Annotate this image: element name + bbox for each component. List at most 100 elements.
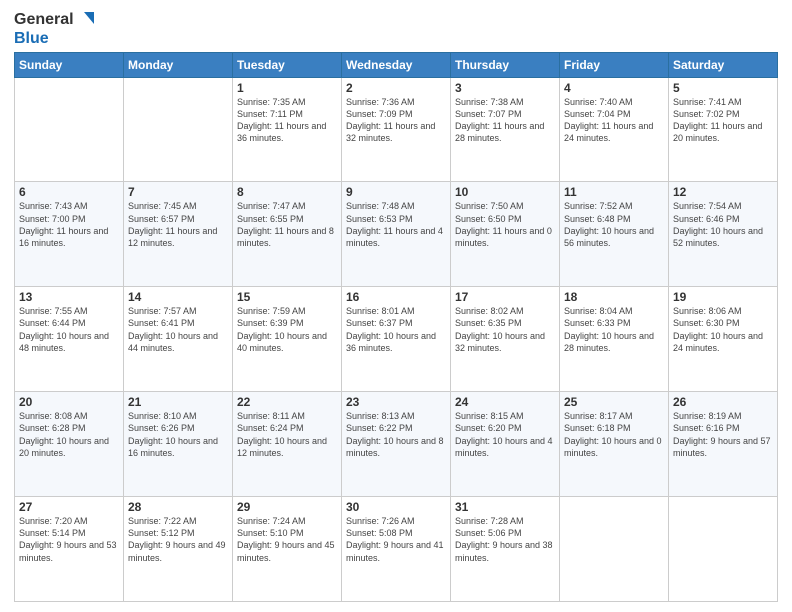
day-number: 3 xyxy=(455,81,555,95)
day-info: Sunrise: 7:40 AM Sunset: 7:04 PM Dayligh… xyxy=(564,96,664,145)
day-number: 21 xyxy=(128,395,228,409)
day-info: Sunrise: 8:15 AM Sunset: 6:20 PM Dayligh… xyxy=(455,410,555,459)
calendar-cell-1-3: 1Sunrise: 7:35 AM Sunset: 7:11 PM Daylig… xyxy=(233,77,342,182)
day-number: 12 xyxy=(673,185,773,199)
day-info: Sunrise: 8:01 AM Sunset: 6:37 PM Dayligh… xyxy=(346,305,446,354)
day-number: 14 xyxy=(128,290,228,304)
calendar-cell-4-3: 22Sunrise: 8:11 AM Sunset: 6:24 PM Dayli… xyxy=(233,392,342,497)
calendar-cell-5-3: 29Sunrise: 7:24 AM Sunset: 5:10 PM Dayli… xyxy=(233,497,342,602)
day-info: Sunrise: 7:38 AM Sunset: 7:07 PM Dayligh… xyxy=(455,96,555,145)
day-number: 30 xyxy=(346,500,446,514)
day-number: 9 xyxy=(346,185,446,199)
calendar-cell-2-6: 11Sunrise: 7:52 AM Sunset: 6:48 PM Dayli… xyxy=(560,182,669,287)
day-number: 2 xyxy=(346,81,446,95)
calendar-cell-1-4: 2Sunrise: 7:36 AM Sunset: 7:09 PM Daylig… xyxy=(342,77,451,182)
calendar-header-wednesday: Wednesday xyxy=(342,52,451,77)
day-info: Sunrise: 8:02 AM Sunset: 6:35 PM Dayligh… xyxy=(455,305,555,354)
day-number: 7 xyxy=(128,185,228,199)
calendar-cell-5-7 xyxy=(669,497,778,602)
calendar-cell-2-2: 7Sunrise: 7:45 AM Sunset: 6:57 PM Daylig… xyxy=(124,182,233,287)
day-number: 31 xyxy=(455,500,555,514)
day-number: 23 xyxy=(346,395,446,409)
day-number: 16 xyxy=(346,290,446,304)
calendar-table: SundayMondayTuesdayWednesdayThursdayFrid… xyxy=(14,52,778,602)
calendar-week-3: 13Sunrise: 7:55 AM Sunset: 6:44 PM Dayli… xyxy=(15,287,778,392)
calendar-cell-5-1: 27Sunrise: 7:20 AM Sunset: 5:14 PM Dayli… xyxy=(15,497,124,602)
day-number: 1 xyxy=(237,81,337,95)
calendar-cell-4-2: 21Sunrise: 8:10 AM Sunset: 6:26 PM Dayli… xyxy=(124,392,233,497)
day-info: Sunrise: 7:24 AM Sunset: 5:10 PM Dayligh… xyxy=(237,515,337,564)
calendar-cell-4-7: 26Sunrise: 8:19 AM Sunset: 6:16 PM Dayli… xyxy=(669,392,778,497)
day-info: Sunrise: 8:17 AM Sunset: 6:18 PM Dayligh… xyxy=(564,410,664,459)
calendar-week-2: 6Sunrise: 7:43 AM Sunset: 7:00 PM Daylig… xyxy=(15,182,778,287)
calendar-cell-5-6 xyxy=(560,497,669,602)
calendar-cell-3-7: 19Sunrise: 8:06 AM Sunset: 6:30 PM Dayli… xyxy=(669,287,778,392)
day-number: 5 xyxy=(673,81,773,95)
day-number: 26 xyxy=(673,395,773,409)
day-number: 4 xyxy=(564,81,664,95)
calendar-cell-5-5: 31Sunrise: 7:28 AM Sunset: 5:06 PM Dayli… xyxy=(451,497,560,602)
calendar-cell-3-4: 16Sunrise: 8:01 AM Sunset: 6:37 PM Dayli… xyxy=(342,287,451,392)
day-info: Sunrise: 7:43 AM Sunset: 7:00 PM Dayligh… xyxy=(19,200,119,249)
day-info: Sunrise: 7:41 AM Sunset: 7:02 PM Dayligh… xyxy=(673,96,773,145)
day-number: 27 xyxy=(19,500,119,514)
day-info: Sunrise: 7:36 AM Sunset: 7:09 PM Dayligh… xyxy=(346,96,446,145)
day-info: Sunrise: 8:13 AM Sunset: 6:22 PM Dayligh… xyxy=(346,410,446,459)
calendar-week-4: 20Sunrise: 8:08 AM Sunset: 6:28 PM Dayli… xyxy=(15,392,778,497)
calendar-cell-1-1 xyxy=(15,77,124,182)
page-header: General Blue xyxy=(14,10,778,48)
day-info: Sunrise: 7:57 AM Sunset: 6:41 PM Dayligh… xyxy=(128,305,228,354)
calendar-cell-5-4: 30Sunrise: 7:26 AM Sunset: 5:08 PM Dayli… xyxy=(342,497,451,602)
calendar-cell-1-5: 3Sunrise: 7:38 AM Sunset: 7:07 PM Daylig… xyxy=(451,77,560,182)
day-info: Sunrise: 7:54 AM Sunset: 6:46 PM Dayligh… xyxy=(673,200,773,249)
calendar-cell-2-5: 10Sunrise: 7:50 AM Sunset: 6:50 PM Dayli… xyxy=(451,182,560,287)
calendar-cell-3-6: 18Sunrise: 8:04 AM Sunset: 6:33 PM Dayli… xyxy=(560,287,669,392)
calendar-header-sunday: Sunday xyxy=(15,52,124,77)
day-number: 8 xyxy=(237,185,337,199)
day-info: Sunrise: 7:50 AM Sunset: 6:50 PM Dayligh… xyxy=(455,200,555,249)
calendar-cell-1-2 xyxy=(124,77,233,182)
calendar-cell-3-3: 15Sunrise: 7:59 AM Sunset: 6:39 PM Dayli… xyxy=(233,287,342,392)
day-info: Sunrise: 8:04 AM Sunset: 6:33 PM Dayligh… xyxy=(564,305,664,354)
calendar-week-5: 27Sunrise: 7:20 AM Sunset: 5:14 PM Dayli… xyxy=(15,497,778,602)
day-info: Sunrise: 7:22 AM Sunset: 5:12 PM Dayligh… xyxy=(128,515,228,564)
day-info: Sunrise: 8:11 AM Sunset: 6:24 PM Dayligh… xyxy=(237,410,337,459)
calendar-cell-1-7: 5Sunrise: 7:41 AM Sunset: 7:02 PM Daylig… xyxy=(669,77,778,182)
calendar-cell-3-5: 17Sunrise: 8:02 AM Sunset: 6:35 PM Dayli… xyxy=(451,287,560,392)
day-number: 18 xyxy=(564,290,664,304)
day-info: Sunrise: 7:48 AM Sunset: 6:53 PM Dayligh… xyxy=(346,200,446,249)
calendar-cell-2-3: 8Sunrise: 7:47 AM Sunset: 6:55 PM Daylig… xyxy=(233,182,342,287)
calendar-cell-3-2: 14Sunrise: 7:57 AM Sunset: 6:41 PM Dayli… xyxy=(124,287,233,392)
day-number: 24 xyxy=(455,395,555,409)
logo-arrow-icon xyxy=(76,10,96,30)
logo: General Blue xyxy=(14,10,96,48)
day-number: 19 xyxy=(673,290,773,304)
day-number: 6 xyxy=(19,185,119,199)
calendar-header-thursday: Thursday xyxy=(451,52,560,77)
calendar-header-friday: Friday xyxy=(560,52,669,77)
day-number: 17 xyxy=(455,290,555,304)
day-info: Sunrise: 8:06 AM Sunset: 6:30 PM Dayligh… xyxy=(673,305,773,354)
day-info: Sunrise: 8:10 AM Sunset: 6:26 PM Dayligh… xyxy=(128,410,228,459)
calendar-cell-3-1: 13Sunrise: 7:55 AM Sunset: 6:44 PM Dayli… xyxy=(15,287,124,392)
day-number: 20 xyxy=(19,395,119,409)
calendar-header-saturday: Saturday xyxy=(669,52,778,77)
calendar-cell-2-1: 6Sunrise: 7:43 AM Sunset: 7:00 PM Daylig… xyxy=(15,182,124,287)
calendar-cell-2-4: 9Sunrise: 7:48 AM Sunset: 6:53 PM Daylig… xyxy=(342,182,451,287)
calendar-cell-2-7: 12Sunrise: 7:54 AM Sunset: 6:46 PM Dayli… xyxy=(669,182,778,287)
calendar-cell-4-1: 20Sunrise: 8:08 AM Sunset: 6:28 PM Dayli… xyxy=(15,392,124,497)
day-info: Sunrise: 8:08 AM Sunset: 6:28 PM Dayligh… xyxy=(19,410,119,459)
calendar-cell-4-4: 23Sunrise: 8:13 AM Sunset: 6:22 PM Dayli… xyxy=(342,392,451,497)
calendar-cell-1-6: 4Sunrise: 7:40 AM Sunset: 7:04 PM Daylig… xyxy=(560,77,669,182)
day-number: 11 xyxy=(564,185,664,199)
logo-general-text: General xyxy=(14,11,74,29)
day-info: Sunrise: 7:20 AM Sunset: 5:14 PM Dayligh… xyxy=(19,515,119,564)
day-info: Sunrise: 7:28 AM Sunset: 5:06 PM Dayligh… xyxy=(455,515,555,564)
day-info: Sunrise: 7:52 AM Sunset: 6:48 PM Dayligh… xyxy=(564,200,664,249)
calendar-cell-4-5: 24Sunrise: 8:15 AM Sunset: 6:20 PM Dayli… xyxy=(451,392,560,497)
logo-blue-text: Blue xyxy=(14,30,96,48)
calendar-header-monday: Monday xyxy=(124,52,233,77)
calendar-header-tuesday: Tuesday xyxy=(233,52,342,77)
day-info: Sunrise: 8:19 AM Sunset: 6:16 PM Dayligh… xyxy=(673,410,773,459)
day-number: 13 xyxy=(19,290,119,304)
